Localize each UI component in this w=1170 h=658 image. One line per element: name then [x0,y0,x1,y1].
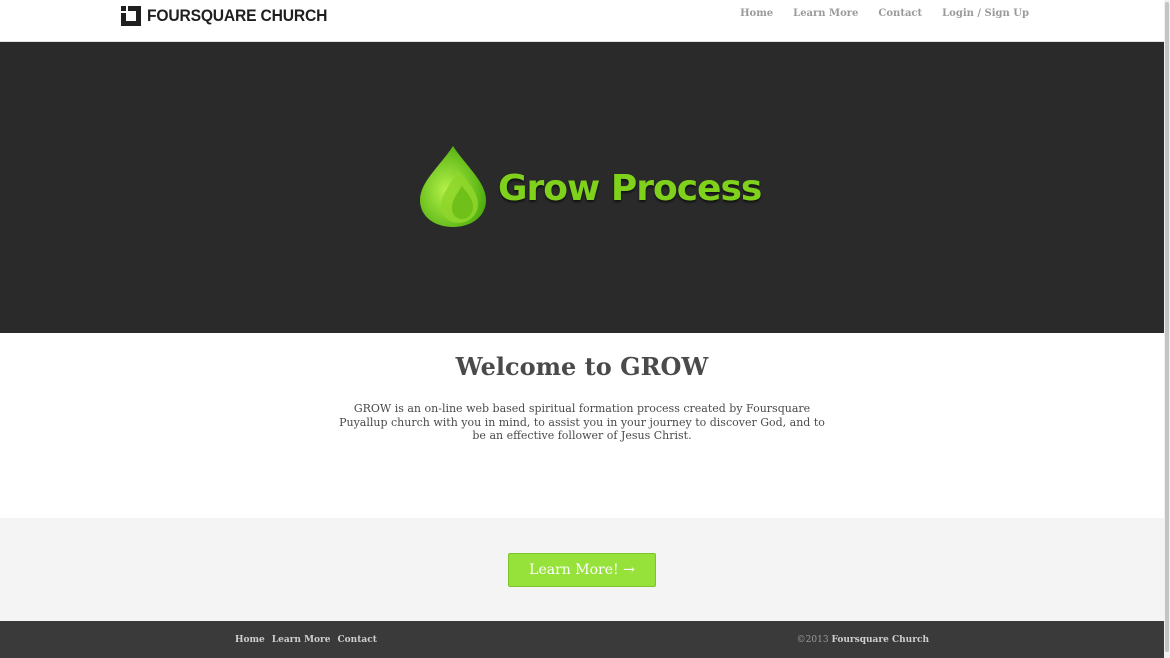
welcome-section: Welcome to GROW GROW is an on-line web b… [0,333,1164,518]
footer-nav-contact[interactable]: Contact [338,635,377,645]
green-drop-icon [418,144,488,232]
scrollbar-thumb[interactable] [1165,2,1169,652]
nav-learn-more[interactable]: Learn More [793,8,858,19]
hero-title: Grow Process [498,167,762,209]
footer-nav-home[interactable]: Home [235,635,265,645]
main-nav: Home Learn More Contact Login / Sign Up [740,8,1029,19]
foursquare-logo-icon [121,5,141,26]
site-logo[interactable]: FOURSQUARE CHURCH [121,5,343,26]
footer-nav-learn-more[interactable]: Learn More [272,635,331,645]
cta-section: Learn More! → [0,518,1164,621]
logo-text: FOURSQUARE CHURCH [147,5,328,25]
learn-more-button[interactable]: Learn More! → [508,553,656,587]
nav-contact[interactable]: Contact [878,8,922,19]
footer-nav: Home Learn More Contact [235,635,377,645]
site-header: FOURSQUARE CHURCH Home Learn More Contac… [0,0,1164,42]
nav-login-signup[interactable]: Login / Sign Up [942,8,1029,19]
copyright-year: ©2013 [796,635,829,645]
copyright-name: Foursquare Church [831,635,929,645]
nav-home[interactable]: Home [740,8,773,19]
site-footer: Home Learn More Contact ©2013 Foursquare… [0,621,1164,658]
grow-process-logo: Grow Process [418,144,762,232]
welcome-heading: Welcome to GROW [455,352,709,381]
copyright: ©2013 Foursquare Church [797,635,929,645]
welcome-text: GROW is an on-line web based spiritual f… [339,402,825,442]
hero-banner: Grow Process [0,42,1164,333]
page-scrollbar[interactable] [1164,0,1170,658]
